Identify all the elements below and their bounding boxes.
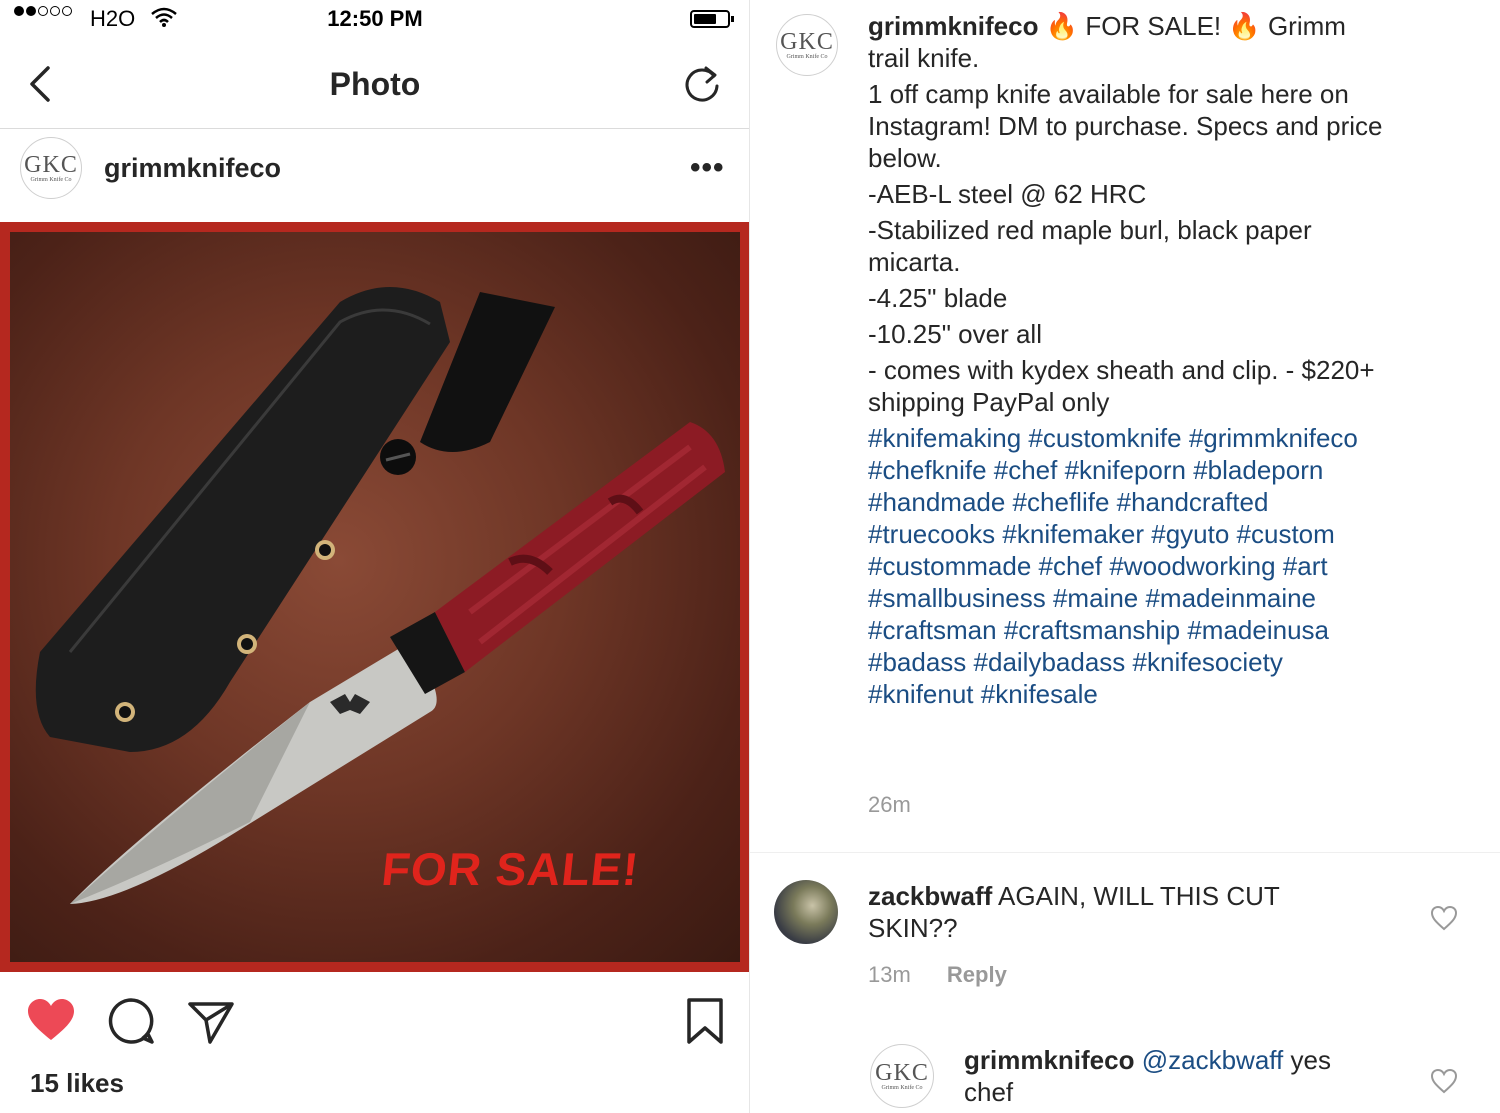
post-caption: grimmknifeco 🔥 FOR SALE! 🔥 Grimm trail k… — [868, 10, 1388, 710]
battery-icon — [690, 10, 734, 28]
avatar-subtext: Grimm Knife Co — [30, 177, 72, 183]
caption-hashtags[interactable]: #knifemaking #customknife #grimmknifeco … — [868, 422, 1388, 710]
comment-timestamp: 13m — [868, 962, 911, 987]
avatar[interactable]: GKC Grimm Knife Co — [20, 137, 82, 199]
for-sale-overlay: FOR SALE! — [379, 843, 642, 895]
comment-item: grimmknifeco @zackbwaff yes chef — [964, 1044, 1384, 1108]
comment-mention[interactable]: @zackbwaff — [1142, 1045, 1284, 1075]
caption-line: -Stabilized red maple burl, black paper … — [868, 215, 1312, 277]
post-actions — [0, 980, 750, 1060]
navigation-bar: Photo — [0, 40, 750, 129]
heart-icon[interactable] — [26, 996, 76, 1046]
comment-icon[interactable] — [106, 996, 156, 1046]
caption-line: -AEB-L steel @ 62 HRC — [868, 179, 1147, 209]
avatar-monogram: GKC — [24, 152, 78, 178]
post-panel: H2O 12:50 PM Photo GKC Grimm Knife Co gr… — [0, 0, 750, 1113]
post-username[interactable]: grimmknifeco — [104, 153, 281, 184]
page-title: Photo — [329, 66, 421, 102]
avatar-monogram: GKC — [875, 1060, 929, 1086]
status-time: 12:50 PM — [327, 6, 423, 31]
caption-line: -10.25" over all — [868, 319, 1042, 349]
post-header: GKC Grimm Knife Co grimmknifeco ••• — [0, 129, 750, 221]
avatar-subtext: Grimm Knife Co — [881, 1085, 923, 1091]
caption-timestamp: 26m — [868, 792, 911, 817]
comment-username[interactable]: zackbwaff — [868, 881, 992, 911]
bookmark-icon[interactable] — [680, 996, 730, 1046]
likes-count[interactable]: 15 likes — [30, 1068, 124, 1099]
avatar[interactable] — [774, 880, 838, 944]
more-options-icon[interactable]: ••• — [690, 151, 725, 185]
avatar-subtext: Grimm Knife Co — [786, 54, 828, 60]
reply-button[interactable]: Reply — [947, 962, 1007, 987]
avatar[interactable]: GKC Grimm Knife Co — [870, 1044, 934, 1108]
caption-avatar[interactable]: GKC Grimm Knife Co — [776, 14, 838, 76]
caption-username[interactable]: grimmknifeco — [868, 11, 1039, 41]
caption-line: -4.25" blade — [868, 283, 1008, 313]
comment-item: zackbwaff AGAIN, WILL THIS CUT SKIN?? — [868, 880, 1348, 944]
caption-line: 1 off camp knife available for sale here… — [868, 79, 1383, 173]
comment-meta: 13m Reply — [868, 962, 1007, 988]
refresh-icon[interactable] — [680, 62, 724, 106]
like-comment-heart-icon[interactable] — [1430, 1068, 1458, 1094]
avatar-monogram: GKC — [780, 29, 834, 55]
divider — [750, 852, 1500, 853]
caption-line: - comes with kydex sheath and clip. - $2… — [868, 355, 1375, 417]
share-icon[interactable] — [186, 996, 236, 1046]
status-bar: H2O 12:50 PM — [0, 0, 750, 40]
like-comment-heart-icon[interactable] — [1430, 905, 1458, 931]
comment-username[interactable]: grimmknifeco — [964, 1045, 1135, 1075]
